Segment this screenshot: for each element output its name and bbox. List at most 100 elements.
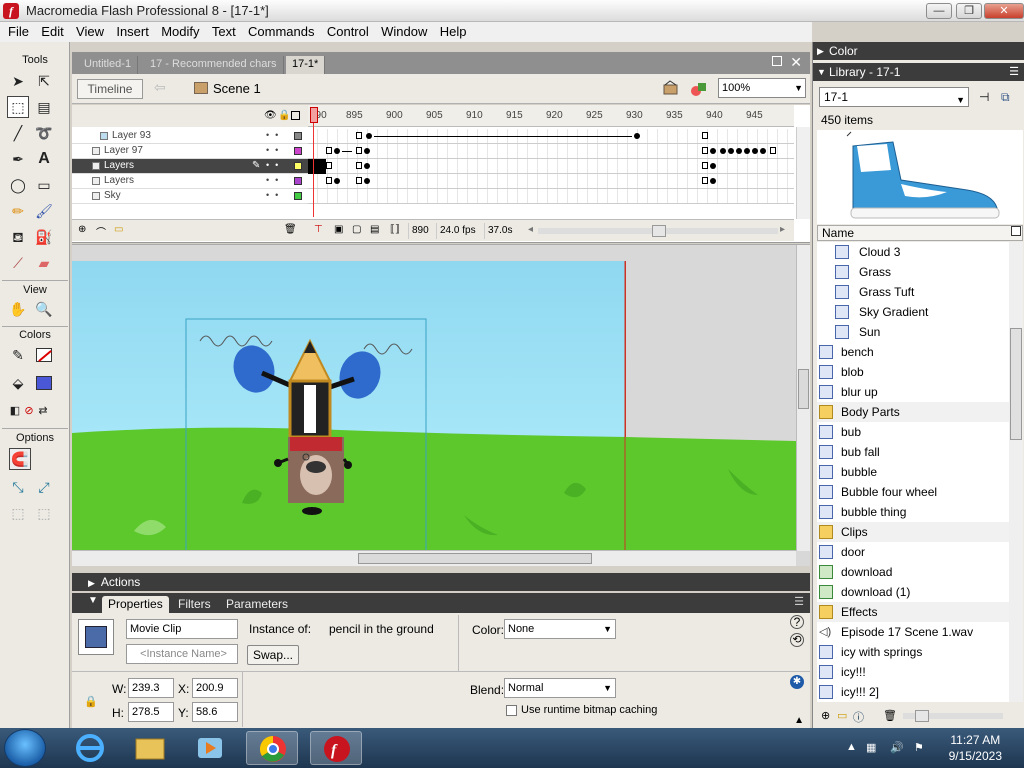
rotate-skew-icon[interactable]: ⤡ <box>7 476 29 498</box>
keyframe[interactable] <box>356 177 362 184</box>
new-folder-icon[interactable]: ▭ <box>837 709 847 722</box>
maximize-button[interactable]: ❐ <box>956 3 982 19</box>
library-item[interactable]: Grass <box>817 262 1009 282</box>
library-item[interactable]: bubble <box>817 462 1009 482</box>
library-folder-item[interactable]: Effects <box>817 602 1009 622</box>
height-input[interactable]: 278.5 <box>128 702 174 722</box>
delete-icon[interactable]: 🗑 <box>883 709 897 722</box>
menu-modify[interactable]: Modify <box>153 22 199 39</box>
blend-select[interactable]: Normal ▼ <box>504 678 616 698</box>
scroll-left-icon[interactable]: ◂ <box>528 224 533 235</box>
line-tool-icon[interactable]: ╱ <box>7 122 29 144</box>
frame-row[interactable] <box>308 129 794 144</box>
tab-properties[interactable]: Properties <box>102 596 169 613</box>
frame-row[interactable] <box>308 159 794 174</box>
width-input[interactable]: 239.3 <box>128 678 174 698</box>
library-item[interactable]: Sky Gradient <box>817 302 1009 322</box>
back-arrow-icon[interactable]: ⇦ <box>154 79 166 96</box>
library-item[interactable]: Sun <box>817 322 1009 342</box>
properties-icon[interactable]: ⓘ <box>853 709 864 725</box>
center-frame-icon[interactable]: ⊤ <box>314 224 323 235</box>
add-motion-guide-icon[interactable]: ⌒ <box>96 224 106 239</box>
layer-row[interactable]: Layers •• <box>72 174 308 189</box>
keyframe[interactable] <box>760 148 766 154</box>
add-layer-icon[interactable]: ⊕ <box>78 224 86 235</box>
keyframe[interactable] <box>744 148 750 154</box>
menu-text[interactable]: Text <box>204 22 236 39</box>
eyedropper-tool-icon[interactable]: ⟋ <box>7 252 29 274</box>
scroll-right-icon[interactable]: ▸ <box>780 224 785 235</box>
lock-proportions-icon[interactable]: 🔒 <box>84 695 98 708</box>
network-icon[interactable]: ▦ <box>866 741 876 754</box>
frame-ruler[interactable]: 890 895 900 905 910 915 920 925 930 935 … <box>308 105 794 127</box>
layer-row-selected[interactable]: Layers ✎ •• <box>72 159 308 174</box>
eraser-tool-icon[interactable]: ▰ <box>33 252 55 274</box>
start-button[interactable] <box>4 729 46 767</box>
stage-vscroll-thumb[interactable] <box>798 369 809 409</box>
library-panel-header[interactable]: ▼ Library - 17-1 ☰ <box>813 63 1024 81</box>
minimize-button[interactable]: — <box>926 3 952 19</box>
brush-tool-icon[interactable]: 🖌 <box>33 200 55 222</box>
system-clock[interactable]: 11:27 AM 9/15/2023 <box>949 732 1002 764</box>
close-button[interactable]: ✕ <box>984 3 1024 19</box>
library-item[interactable]: download <box>817 562 1009 582</box>
playhead[interactable] <box>310 105 318 217</box>
help-icon[interactable]: ? <box>790 615 804 629</box>
volume-icon[interactable]: 🔊 <box>890 741 904 754</box>
layer-outline-color[interactable] <box>294 147 302 155</box>
layer-visibility-dots[interactable]: •• <box>266 190 284 200</box>
library-item[interactable]: ◁) Episode 17 Scene 1.wav <box>817 622 1009 642</box>
pin-library-icon[interactable]: ⊣ <box>979 90 989 104</box>
keyframe[interactable] <box>356 147 362 154</box>
menu-edit[interactable]: Edit <box>33 22 63 39</box>
fill-color-icon[interactable]: ⬙ <box>7 372 29 394</box>
frame-row[interactable] <box>308 144 794 159</box>
pen-tool-icon[interactable]: ✒ <box>7 148 29 170</box>
panel-menu-icon[interactable]: ☰ <box>1009 63 1019 81</box>
keyframe[interactable] <box>720 148 726 154</box>
layer-row[interactable]: Layer 97 •• <box>72 144 308 159</box>
keyframe[interactable] <box>334 178 340 184</box>
symbol-type-select[interactable]: Movie Clip <box>126 619 238 639</box>
tab-untitled-1[interactable]: Untitled-1 <box>78 56 139 74</box>
hand-tool-icon[interactable]: ✋ <box>7 298 29 320</box>
frame-rate[interactable]: 24.0 fps <box>436 223 479 239</box>
keyframe[interactable] <box>702 132 708 139</box>
keyframe[interactable] <box>634 133 640 139</box>
text-tool-icon[interactable]: A <box>33 148 55 170</box>
media-player-icon[interactable] <box>184 731 236 765</box>
collapse-panel-icon[interactable]: ▲ <box>794 715 804 726</box>
insert-folder-icon[interactable]: ▭ <box>114 224 123 235</box>
paint-bucket-tool-icon[interactable]: ⛽ <box>33 226 55 248</box>
edit-in-place-icon[interactable]: ⟲ <box>790 633 804 647</box>
modify-onion-markers-icon[interactable]: ⟦⟧ <box>390 224 400 235</box>
keyframe[interactable] <box>702 162 708 169</box>
layer-outline-color[interactable] <box>294 132 302 140</box>
ink-bottle-tool-icon[interactable]: ⛾ <box>7 226 29 248</box>
panel-menu-icon[interactable]: ☰ <box>794 595 804 608</box>
actions-panel-header[interactable]: ▶ Actions <box>72 573 810 591</box>
swap-button[interactable]: Swap... <box>247 645 300 665</box>
menu-insert[interactable]: Insert <box>108 22 149 39</box>
restore-doc-icon[interactable] <box>772 56 782 66</box>
instance-name-input[interactable]: <Instance Name> <box>126 644 238 664</box>
layer-outline-color[interactable] <box>294 177 302 185</box>
layer-row[interactable]: Layer 93 •• <box>72 129 308 144</box>
action-center-icon[interactable]: ⚑ <box>914 741 924 754</box>
keyframe[interactable] <box>728 148 734 154</box>
library-item[interactable]: bench <box>817 342 1009 362</box>
keyframe[interactable] <box>710 148 716 154</box>
library-item[interactable]: download (1) <box>817 582 1009 602</box>
keyframe[interactable] <box>364 178 370 184</box>
lasso-tool-icon[interactable]: ➰ <box>33 122 55 144</box>
free-transform-tool-icon[interactable]: ⬚ <box>7 96 29 118</box>
library-item[interactable]: bubble thing <box>817 502 1009 522</box>
y-input[interactable]: 58.6 <box>192 702 238 722</box>
layer-visibility-dots[interactable]: •• <box>266 160 284 170</box>
new-symbol-icon[interactable]: ⊕ <box>821 709 830 722</box>
tab-recommended-chars[interactable]: 17 - Recommended chars <box>144 56 284 74</box>
close-doc-icon[interactable]: ✕ <box>790 54 802 71</box>
delete-layer-icon[interactable]: 🗑 <box>284 224 297 235</box>
internet-explorer-icon[interactable] <box>64 731 116 765</box>
menu-window[interactable]: Window <box>373 22 427 39</box>
